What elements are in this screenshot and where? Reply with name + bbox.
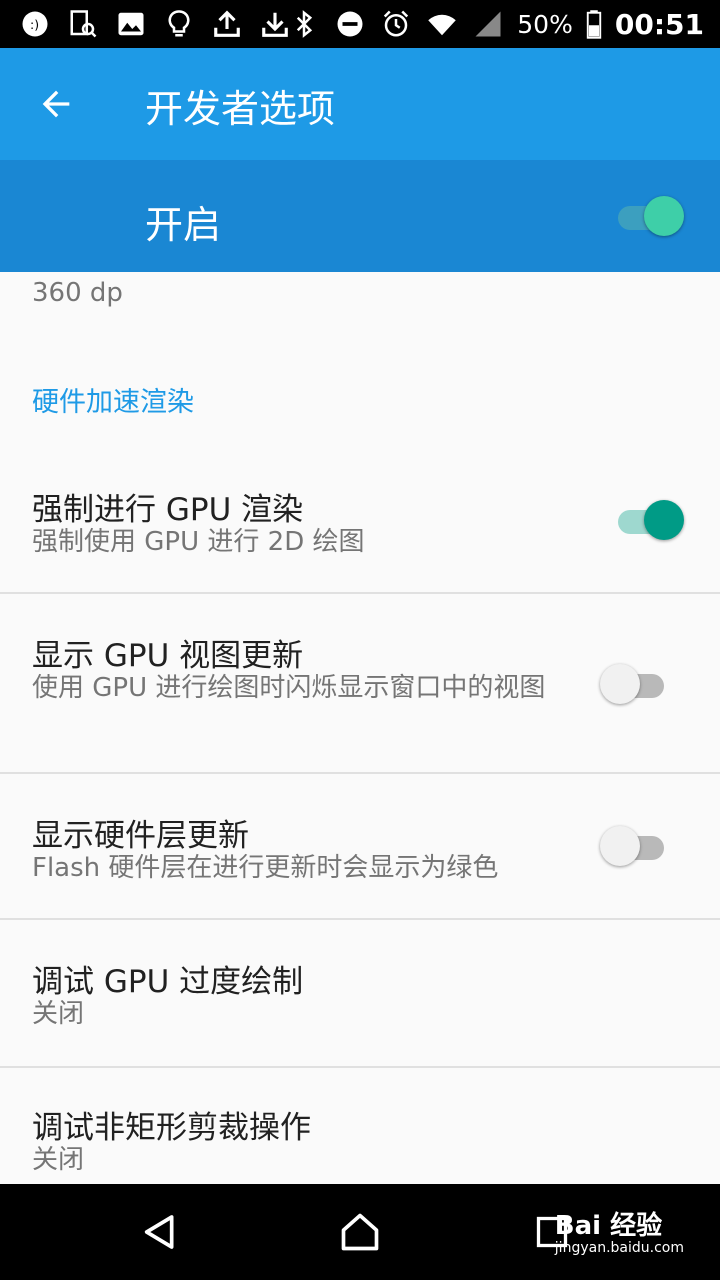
master-switch-label: 开启 <box>145 203 222 247</box>
image-icon <box>114 7 148 41</box>
assistant-icon: :) <box>18 7 52 41</box>
setting-title: 显示 GPU 视图更新 <box>32 638 304 674</box>
setting-debug-non-rect-clip[interactable]: 调试非矩形剪裁操作 关闭 <box>0 1068 720 1184</box>
setting-summary: 关闭 <box>32 999 85 1029</box>
device-search-icon <box>66 7 100 41</box>
svg-text::): :) <box>30 17 39 32</box>
toggle-thumb <box>644 500 684 540</box>
nav-home-button[interactable] <box>330 1204 390 1260</box>
setting-title: 调试 GPU 过度绘制 <box>32 964 304 1000</box>
hw-layer-updates-toggle[interactable] <box>600 824 670 868</box>
force-gpu-toggle[interactable] <box>614 498 684 542</box>
gpu-view-updates-toggle[interactable] <box>600 662 670 706</box>
signal-icon <box>471 7 505 41</box>
setting-summary: 关闭 <box>32 1145 85 1175</box>
toggle-thumb <box>600 826 640 866</box>
setting-show-gpu-view-updates[interactable]: 显示 GPU 视图更新 使用 GPU 进行绘图时闪烁显示窗口中的视图 <box>0 594 720 772</box>
home-icon <box>341 1213 379 1251</box>
setting-summary: Flash 硬件层在进行更新时会显示为绿色 <box>32 853 499 883</box>
smallest-width-value: 360 dp <box>32 278 123 308</box>
lightbulb-icon <box>162 7 196 41</box>
wifi-icon <box>425 7 459 41</box>
navigation-bar: Bai 经验 jingyan.baidu.com <box>0 1184 720 1280</box>
section-header-hw-render: 硬件加速渲染 <box>32 387 194 418</box>
setting-summary: 使用 GPU 进行绘图时闪烁显示窗口中的视图 <box>32 673 546 703</box>
app-bar: 开发者选项 <box>0 48 720 160</box>
bluetooth-icon <box>287 7 321 41</box>
setting-debug-gpu-overdraw[interactable]: 调试 GPU 过度绘制 关闭 <box>0 920 720 1066</box>
setting-show-hw-layer-updates[interactable]: 显示硬件层更新 Flash 硬件层在进行更新时会显示为绿色 <box>0 774 720 918</box>
watermark-url: jingyan.baidu.com <box>554 1240 684 1256</box>
arrow-back-icon <box>42 90 70 118</box>
do-not-disturb-icon <box>333 7 367 41</box>
nav-back-button[interactable] <box>130 1204 190 1260</box>
back-button[interactable] <box>26 74 86 134</box>
clock: 00:51 <box>614 7 704 41</box>
upload-icon <box>210 7 244 41</box>
master-toggle[interactable] <box>614 194 684 238</box>
setting-title: 调试非矩形剪裁操作 <box>32 1110 311 1146</box>
back-triangle-icon <box>144 1215 174 1249</box>
toggle-thumb <box>644 196 684 236</box>
master-switch-bar[interactable]: 开启 <box>0 160 720 272</box>
battery-percent: 50% <box>517 9 573 39</box>
setting-force-gpu-rendering[interactable]: 强制进行 GPU 渲染 强制使用 GPU 进行 2D 绘图 <box>0 472 720 592</box>
alarm-icon <box>379 7 413 41</box>
setting-title: 显示硬件层更新 <box>32 818 249 854</box>
status-bar: :) 50% 00:51 <box>0 0 720 48</box>
baidu-watermark: Bai 经验 jingyan.baidu.com <box>555 1212 684 1256</box>
setting-summary: 强制使用 GPU 进行 2D 绘图 <box>32 527 365 557</box>
toggle-thumb <box>600 664 640 704</box>
battery-icon <box>585 7 603 41</box>
page-title: 开发者选项 <box>145 87 336 131</box>
setting-title: 强制进行 GPU 渲染 <box>32 492 304 528</box>
watermark-brand: Bai 经验 <box>554 1211 663 1241</box>
